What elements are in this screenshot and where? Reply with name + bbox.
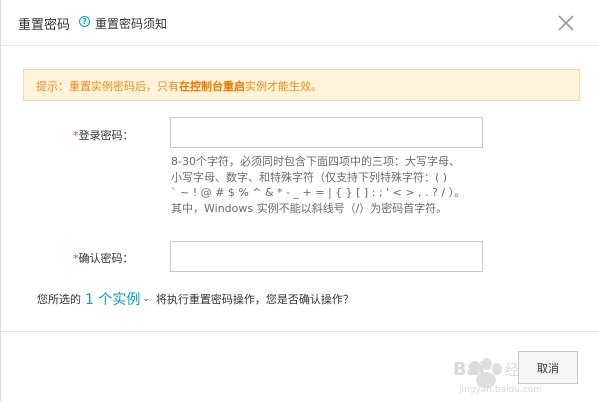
svg-text:jingyan.baidu.com: jingyan.baidu.com [458, 385, 542, 395]
alert-suffix: 实例才能生效。 [245, 80, 322, 93]
instance-suffix: 将执行重置密码操作，您是否确认操作？ [155, 293, 354, 306]
dialog-header: 重置密码 ? 重置密码须知 [1, 0, 598, 46]
warning-alert: 提示：重置实例密码后，只有在控制台重启实例才能生效。 [23, 69, 580, 101]
alert-prefix: 提示：重置实例密码后，只有 [36, 80, 179, 93]
dialog-title: 重置密码 [18, 18, 71, 33]
instance-prefix: 您所选的 [37, 293, 81, 306]
help-icon[interactable]: ? [79, 16, 90, 27]
hint-line: 小写字母、数字、和特殊字符（仅支持下列特殊字符：( ) [171, 170, 448, 184]
svg-text:Bai: Bai [453, 359, 485, 380]
alert-text: 提示：重置实例密码后，只有在控制台重启实例才能生效。 [36, 78, 322, 94]
reset-password-dialog: 重置密码 ? 重置密码须知 提示：重置实例密码后，只有在控制台重启实例才能生效。… [0, 0, 598, 401]
login-password-label: *登录密码： [73, 127, 134, 143]
close-icon[interactable] [557, 14, 575, 32]
alert-emphasis: 在控制台重启 [179, 80, 245, 93]
instance-confirm-row: 您所选的 1 个实例 ⌄ 将执行重置密码操作，您是否确认操作？ [37, 289, 354, 311]
chevron-down-icon[interactable]: ⌄ [142, 294, 150, 304]
login-password-label-text: 登录密码： [78, 129, 134, 142]
instance-count-link[interactable]: 1 个实例 [85, 292, 140, 308]
confirm-password-label: *确认密码： [73, 250, 134, 266]
login-password-input[interactable] [170, 117, 483, 148]
password-hint: 8-30个字符，必须同时包含下面四项中的三项：大写字母、 小写字母、数字、和特殊… [171, 154, 501, 216]
cancel-button[interactable]: 取消 [518, 351, 578, 384]
hint-line: ` ~ ! @ # $ % ^ & * - _ + = | { } [ ] : … [171, 186, 466, 199]
help-link[interactable]: 重置密码须知 [95, 15, 167, 32]
confirm-password-input[interactable] [170, 241, 483, 272]
hint-line: 8-30个字符，必须同时包含下面四项中的三项：大写字母、 [171, 155, 460, 168]
hint-line: 其中，Windows 实例不能以斜线号（/）为密码首字符。 [171, 201, 448, 215]
footer-divider [1, 331, 598, 332]
confirm-password-label-text: 确认密码： [78, 252, 134, 265]
